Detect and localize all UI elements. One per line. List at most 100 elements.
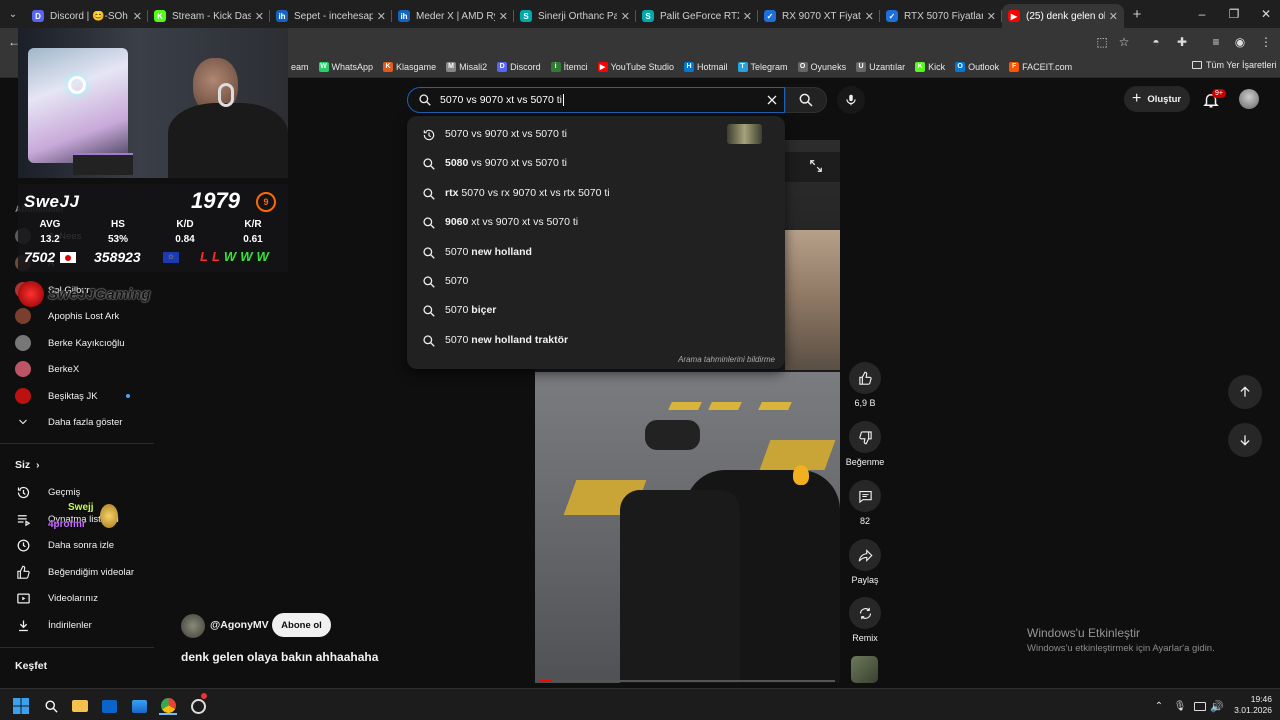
store-icon[interactable] [130, 697, 148, 715]
bookmark-item[interactable]: O Outlook [955, 61, 999, 72]
tab-close-icon[interactable]: ✕ [1109, 10, 1118, 23]
stat-value: 53% [107, 234, 128, 245]
tab-close-icon[interactable]: ✕ [743, 10, 752, 23]
microphone-tray-icon[interactable]: 🎙 [1171, 697, 1189, 715]
browser-tab[interactable]: ✓ RTX 5070 Fiyatları | E ✕ [880, 4, 1002, 28]
bookmark-item[interactable]: W WhatsApp [318, 61, 373, 72]
search-suggestion[interactable]: rtx 5070 vs rx 9070 xt vs rtx 5070 ti [407, 179, 785, 208]
channel-name[interactable]: @AgonyMV [210, 619, 269, 631]
media-control-icon[interactable]: ≡ [1208, 34, 1224, 50]
bookmark-item[interactable]: i İtemci [550, 61, 588, 72]
you-item[interactable]: Daha sonra izle [15, 534, 114, 556]
new-tab-button[interactable]: + [1124, 6, 1150, 23]
suggestion-rest: 5070 vs rx 9070 xt vs rtx 5070 ti [458, 186, 610, 199]
subscription-item[interactable]: Apophis Lost Ark [15, 305, 119, 327]
tab-close-icon[interactable]: ✕ [133, 10, 142, 23]
browser-tab[interactable]: ih Sepet - incehesap.com ✕ [270, 4, 392, 28]
tab-close-icon[interactable]: ✕ [377, 10, 386, 23]
show-more-button[interactable]: Daha fazla göster [15, 411, 122, 433]
arrow-up-icon [1240, 386, 1250, 397]
voice-search-button[interactable] [837, 86, 865, 114]
bookmark-item[interactable]: T Telegram [737, 61, 788, 72]
subscription-item[interactable]: BerkeX [15, 358, 79, 380]
bookmark-item[interactable]: K Klasgame [383, 61, 436, 72]
start-button[interactable] [12, 697, 30, 715]
dislike-button[interactable] [849, 421, 881, 453]
search-suggestion[interactable]: 9060 xt vs 9070 xt vs 5070 ti [407, 208, 785, 237]
like-button[interactable] [849, 362, 881, 394]
bookmark-item[interactable]: U Uzantılar [856, 61, 905, 72]
previous-short-button[interactable] [1228, 375, 1262, 409]
tray-overflow-icon[interactable]: ⌃ [1150, 697, 1168, 715]
you-section-header[interactable]: Siz › [15, 459, 40, 471]
tab-close-icon[interactable]: ✕ [865, 10, 874, 23]
share-button[interactable] [849, 539, 881, 571]
channel-avatar[interactable] [181, 614, 205, 638]
search-suggestion[interactable]: 5080 vs 9070 xt vs 5070 ti [407, 149, 785, 178]
create-button[interactable]: + Oluştur [1124, 86, 1190, 112]
subscription-item[interactable]: Beşiktaş JK [15, 385, 130, 407]
file-explorer-icon[interactable] [71, 697, 89, 715]
subscribe-button[interactable]: Abone ol [272, 613, 331, 637]
maximize-button[interactable]: ❐ [1218, 0, 1250, 28]
comments-button[interactable] [849, 480, 881, 512]
extensions-icon[interactable]: ✚ [1174, 34, 1190, 50]
volume-icon[interactable]: 🔊 [1208, 697, 1226, 715]
bookmark-item[interactable]: F FACEIT.com [1009, 61, 1072, 72]
report-predictions-link[interactable]: Arama tahminlerini bildirme [678, 355, 775, 364]
search-suggestion[interactable]: 5070 new holland traktör [407, 326, 785, 355]
bookmark-item[interactable]: K Kick [915, 61, 945, 72]
steelseries-icon[interactable] [189, 693, 207, 715]
video-progress[interactable] [540, 680, 552, 682]
browser-tab[interactable]: ih Meder X | AMD Ryzen ✕ [392, 4, 514, 28]
profile-icon[interactable]: ◉ [1232, 34, 1248, 50]
search-suggestion[interactable]: 5070 biçer [407, 296, 785, 325]
notifications-button[interactable]: 9+ [1200, 88, 1226, 110]
install-app-icon[interactable]: ⬚ [1094, 34, 1110, 50]
you-item[interactable]: Videolarınız [15, 587, 98, 609]
tab-close-icon[interactable]: ✕ [987, 10, 996, 23]
bookmark-item[interactable]: H Hotmail [684, 61, 728, 72]
bookmark-item[interactable]: ▶ YouTube Studio [597, 61, 674, 72]
chrome-icon[interactable] [159, 697, 177, 715]
browser-tab[interactable]: ✓ RX 9070 XT Fiyatları ✕ [758, 4, 880, 28]
browser-tab[interactable]: K Stream - Kick Dashbo ✕ [148, 4, 270, 28]
bookmark-item[interactable]: O Oyuneks [797, 61, 846, 72]
subscription-item[interactable]: Berke Kayıkcıoğlu [15, 332, 125, 354]
search-suggestion[interactable]: 5070 new holland [407, 238, 785, 267]
incognito-icon[interactable]: ◓ [1148, 34, 1164, 50]
bookmark-star-icon[interactable]: ☆ [1116, 34, 1132, 50]
search-button[interactable] [785, 87, 827, 113]
you-item[interactable]: Beğendiğim videolar [15, 561, 134, 583]
tab-close-icon[interactable]: ✕ [499, 10, 508, 23]
tab-favicon-icon: ih [398, 10, 410, 22]
you-item[interactable]: Geçmiş [15, 481, 80, 503]
close-button[interactable]: ✕ [1250, 0, 1280, 28]
sound-thumbnail[interactable] [851, 656, 878, 683]
tab-close-icon[interactable]: ✕ [255, 10, 264, 23]
taskbar-clock[interactable]: 19:46 3.01.2026 [1232, 694, 1272, 716]
menu-dots-icon[interactable]: ⋮ [1258, 34, 1274, 50]
browser-tab[interactable]: D Discord | 😊-SOh ✕ [26, 4, 148, 28]
tab-search-button[interactable]: ⌄ [0, 0, 26, 28]
tab-close-icon[interactable]: ✕ [621, 10, 630, 23]
next-short-button[interactable] [1228, 423, 1262, 457]
bookmark-item[interactable]: D Discord [497, 61, 541, 72]
all-bookmarks-folder[interactable]: Tüm Yer İşaretleri [1192, 60, 1277, 70]
display-tray-icon[interactable] [1191, 697, 1209, 715]
you-item[interactable]: İndirilenler [15, 614, 92, 636]
bookmark-item[interactable]: M Misali2 [446, 61, 487, 72]
search-suggestion[interactable]: 5070 [407, 267, 785, 296]
browser-tab[interactable]: ▶ (25) denk gelen olaya ✕ [1002, 4, 1124, 28]
search-input[interactable]: 5070 vs 9070 xt vs 5070 ti [407, 87, 785, 113]
browser-tab[interactable]: S Sinerji Orthanc Palit G ✕ [514, 4, 636, 28]
outlook-icon[interactable] [100, 697, 118, 715]
fullscreen-control[interactable] [785, 152, 840, 182]
minimize-button[interactable]: – [1186, 0, 1218, 28]
taskbar-search-button[interactable] [42, 697, 60, 715]
remix-button[interactable] [849, 597, 881, 629]
account-avatar[interactable] [1239, 89, 1259, 109]
search-suggestion[interactable]: 5070 vs 9070 xt vs 5070 ti [407, 120, 785, 149]
clear-search-icon[interactable] [766, 94, 778, 106]
browser-tab[interactable]: S Palit GeForce RTX 50 ✕ [636, 4, 758, 28]
